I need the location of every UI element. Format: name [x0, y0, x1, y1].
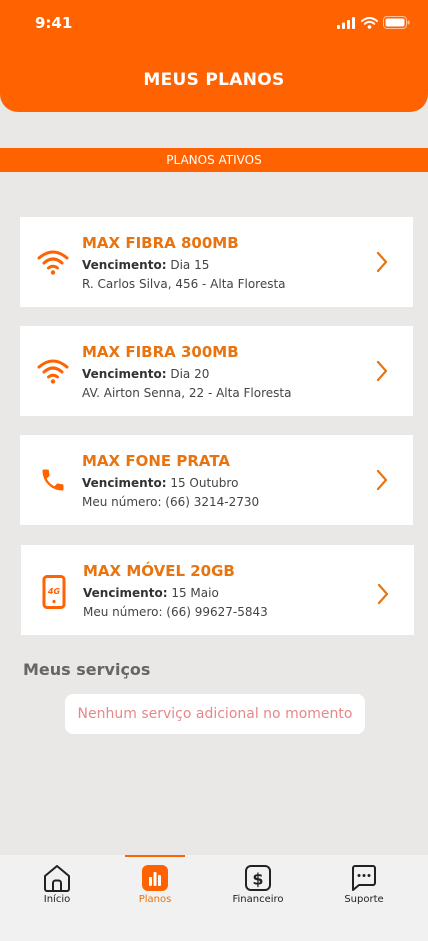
tab-financeiro[interactable]: $ Financeiro — [208, 855, 308, 915]
chevron-right-icon[interactable] — [375, 360, 389, 382]
chevron-right-icon[interactable] — [376, 583, 390, 605]
dollar-icon: $ — [245, 865, 271, 891]
tab-bar: Início Planos $ Financeiro Suporte — [0, 855, 428, 941]
page-title: MEUS PLANOS — [143, 70, 285, 90]
battery-icon — [383, 16, 410, 29]
plan-due: Vencimento: 15 Outubro — [82, 476, 239, 490]
svg-text:$: $ — [252, 870, 263, 889]
plan-due: Vencimento: Dia 20 — [82, 367, 210, 381]
plan-title: MAX FONE PRATA — [82, 452, 231, 470]
section-bar: PLANOS ATIVOS — [0, 148, 428, 172]
mobile-4g-icon: 4G — [37, 575, 71, 609]
tab-label: Suporte — [344, 894, 384, 905]
plan-title: MAX FIBRA 300MB — [82, 343, 239, 361]
header: 9:41 MEUS PLANOS — [0, 0, 428, 112]
plan-card[interactable]: MAX FIBRA 300MB Vencimento: Dia 20 AV. A… — [20, 326, 413, 416]
empty-services-message: Nenhum serviço adicional no momento — [65, 694, 365, 734]
tab-label: Financeiro — [232, 894, 284, 905]
tab-label: Planos — [138, 894, 172, 905]
chat-icon — [352, 865, 376, 891]
tab-label: Início — [43, 894, 71, 905]
signal-icon — [337, 16, 355, 29]
tab-planos[interactable]: Planos — [105, 855, 205, 915]
services-title: Meus serviços — [23, 660, 151, 679]
plan-detail: AV. Airton Senna, 22 - Alta Floresta — [82, 386, 292, 400]
plan-detail: R. Carlos Silva, 456 - Alta Floresta — [82, 277, 286, 291]
wifi-icon — [36, 245, 70, 279]
plan-detail: Meu número: (66) 3214-2730 — [82, 495, 260, 509]
home-icon — [44, 865, 70, 892]
wifi-icon — [36, 354, 70, 388]
tab-suporte[interactable]: Suporte — [314, 855, 414, 915]
chevron-right-icon[interactable] — [375, 251, 389, 273]
plan-due: Vencimento: 15 Maio — [83, 586, 219, 600]
wifi-status-icon — [361, 16, 378, 29]
plan-title: MAX FIBRA 800MB — [82, 234, 239, 252]
plan-card[interactable]: MAX FIBRA 800MB Vencimento: Dia 15 R. Ca… — [20, 217, 413, 307]
chart-icon — [142, 865, 168, 891]
svg-text:4G: 4G — [47, 587, 61, 596]
plan-due: Vencimento: Dia 15 — [82, 258, 210, 272]
plan-detail: Meu número: (66) 99627-5843 — [83, 605, 268, 619]
phone-icon — [36, 463, 70, 497]
chevron-right-icon[interactable] — [375, 469, 389, 491]
plan-card[interactable]: 4G MAX MÓVEL 20GB Vencimento: 15 Maio Me… — [21, 545, 414, 635]
tab-inicio[interactable]: Início — [7, 855, 107, 915]
plan-card[interactable]: MAX FONE PRATA Vencimento: 15 Outubro Me… — [20, 435, 413, 525]
plan-title: MAX MÓVEL 20GB — [83, 562, 235, 580]
status-time: 9:41 — [35, 14, 73, 32]
status-icons — [337, 16, 410, 29]
